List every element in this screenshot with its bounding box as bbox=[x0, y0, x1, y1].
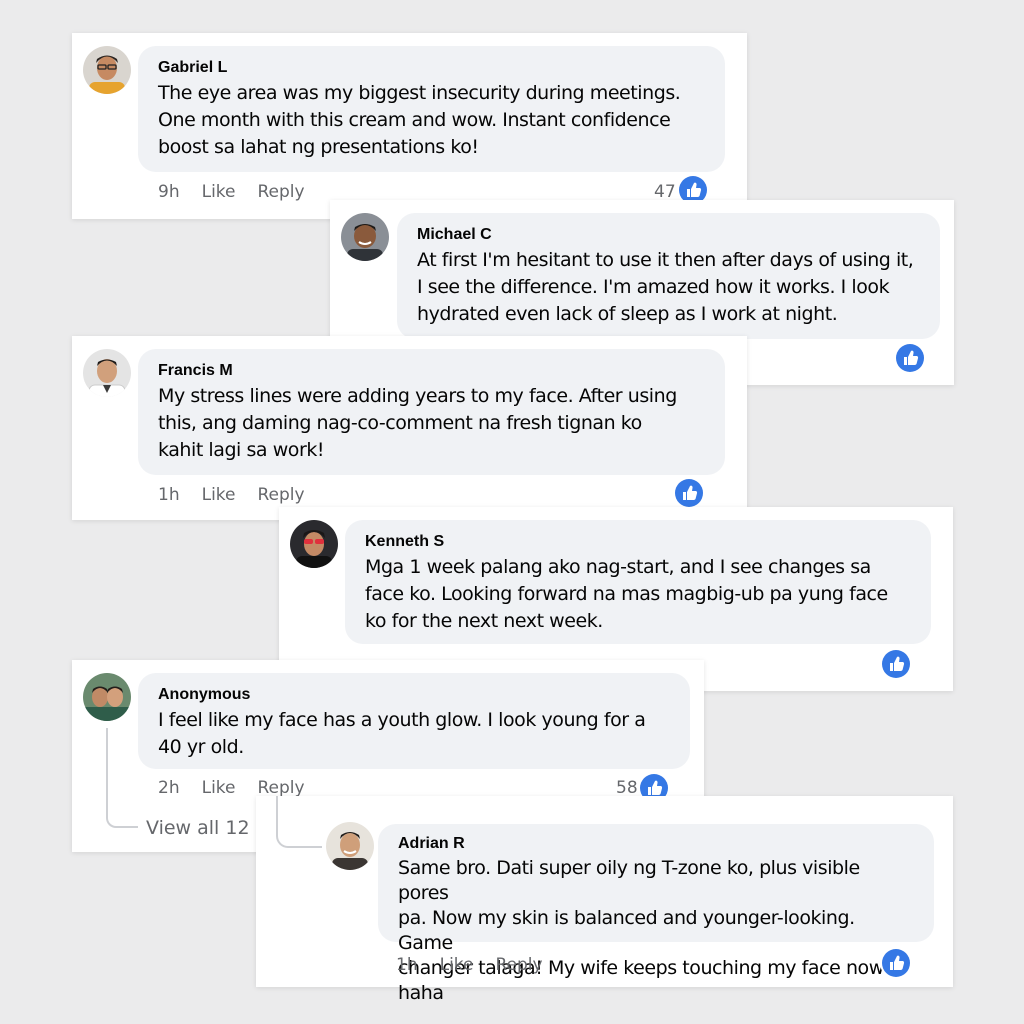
comment-actions: 1h Like Reply bbox=[396, 954, 565, 976]
comment-text: The eye area was my biggest insecurity d… bbox=[158, 82, 681, 158]
comment-text: Same bro. Dati super oily ng T-zone ko, … bbox=[398, 857, 884, 1004]
thumbs-up-icon[interactable] bbox=[896, 344, 924, 372]
comment-card-francis: Francis M My stress lines were adding ye… bbox=[72, 336, 747, 520]
like-button[interactable]: Like bbox=[202, 778, 236, 798]
comment-bubble: Anonymous I feel like my face has a yout… bbox=[138, 673, 690, 769]
avatar[interactable] bbox=[83, 673, 131, 721]
commenter-name[interactable]: Kenneth S bbox=[365, 532, 911, 552]
like-button[interactable]: Like bbox=[440, 955, 474, 975]
comment-bubble: Gabriel L The eye area was my biggest in… bbox=[138, 46, 725, 172]
commenter-name[interactable]: Francis M bbox=[158, 361, 705, 381]
like-button[interactable]: Like bbox=[202, 485, 236, 505]
reply-thread-line bbox=[106, 728, 138, 828]
commenter-name[interactable]: Michael C bbox=[417, 225, 920, 245]
comment-card-adrian: Adrian R Same bro. Dati super oily ng T-… bbox=[256, 796, 953, 1004]
comment-actions: 1h Like Reply bbox=[158, 484, 327, 506]
reply-button[interactable]: Reply bbox=[258, 182, 305, 202]
comment-timestamp[interactable]: 1h bbox=[158, 485, 180, 505]
commenter-name[interactable]: Anonymous bbox=[158, 685, 670, 705]
reply-button[interactable]: Reply bbox=[258, 485, 305, 505]
thumbs-up-icon[interactable] bbox=[675, 479, 703, 507]
commenter-name[interactable]: Adrian R bbox=[398, 834, 914, 854]
avatar[interactable] bbox=[326, 822, 374, 870]
comment-actions: 9h Like Reply bbox=[158, 181, 327, 203]
comment-text: At first I'm hesitant to use it then aft… bbox=[417, 249, 914, 325]
view-all-replies-link[interactable]: View all 12 r bbox=[146, 816, 263, 840]
avatar[interactable] bbox=[83, 349, 131, 397]
comment-timestamp[interactable]: 1h bbox=[396, 955, 418, 975]
reply-button[interactable]: Reply bbox=[258, 778, 305, 798]
commenter-name[interactable]: Gabriel L bbox=[158, 58, 705, 78]
comment-card-gabriel: Gabriel L The eye area was my biggest in… bbox=[72, 33, 747, 219]
comment-bubble: Francis M My stress lines were adding ye… bbox=[138, 349, 725, 475]
comment-bubble: Michael C At first I'm hesitant to use i… bbox=[397, 213, 940, 339]
comment-timestamp[interactable]: 2h bbox=[158, 778, 180, 798]
thumbs-up-icon[interactable] bbox=[882, 650, 910, 678]
avatar[interactable] bbox=[83, 46, 131, 94]
reply-thread-line bbox=[276, 796, 322, 848]
reply-button[interactable]: Reply bbox=[496, 955, 543, 975]
like-button[interactable]: Like bbox=[202, 182, 236, 202]
comment-text: I feel like my face has a youth glow. I … bbox=[158, 709, 646, 758]
avatar[interactable] bbox=[341, 213, 389, 261]
comment-text: Mga 1 week palang ako nag-start, and I s… bbox=[365, 556, 888, 632]
comment-text: My stress lines were adding years to my … bbox=[158, 385, 677, 461]
thumbs-up-icon[interactable] bbox=[882, 949, 910, 977]
comment-bubble: Adrian R Same bro. Dati super oily ng T-… bbox=[378, 824, 934, 1004]
comment-timestamp[interactable]: 9h bbox=[158, 182, 180, 202]
avatar[interactable] bbox=[290, 520, 338, 568]
comment-bubble: Kenneth S Mga 1 week palang ako nag-star… bbox=[345, 520, 931, 644]
